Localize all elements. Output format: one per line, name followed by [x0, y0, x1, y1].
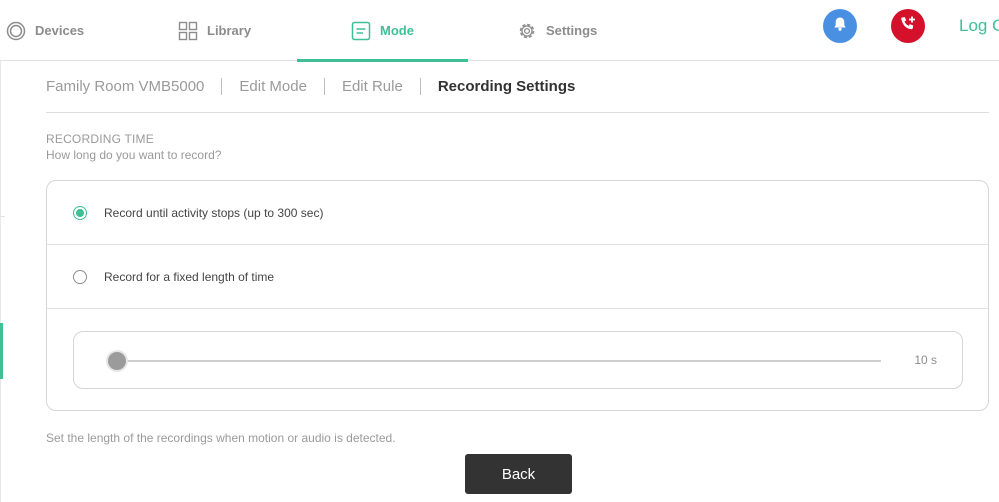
devices-icon [6, 21, 26, 41]
phone-plus-icon [899, 15, 917, 38]
back-button[interactable]: Back [465, 454, 572, 494]
emergency-call-button[interactable] [891, 9, 925, 43]
option-until-activity-stops[interactable]: Record until activity stops (up to 300 s… [47, 181, 988, 245]
section-title: RECORDING TIME [46, 132, 154, 146]
section-subtitle: How long do you want to record? [46, 148, 222, 162]
option-label: Record for a fixed length of time [104, 269, 275, 284]
nav-devices-label: Devices [35, 23, 85, 38]
duration-slider-handle[interactable] [108, 352, 126, 370]
active-tab-indicator [297, 59, 468, 62]
breadcrumb-device[interactable]: Family Room VMB5000 [46, 78, 204, 95]
option-fixed-length[interactable]: Record for a fixed length of time [47, 245, 988, 309]
nav-settings-label: Settings [546, 23, 598, 38]
breadcrumb: Family Room VMB5000 Edit Mode Edit Rule … [46, 75, 575, 97]
breadcrumb-edit-mode[interactable]: Edit Mode [239, 78, 307, 95]
radio-fixed-length[interactable] [73, 269, 87, 284]
breadcrumb-separator [221, 77, 223, 95]
gear-icon [517, 21, 537, 41]
duration-value: 10 s [914, 353, 937, 367]
top-navigation: Devices Library Mode Settings Log O [0, 0, 999, 62]
nav-devices[interactable]: Devices [6, 0, 84, 61]
sidebar-divider [0, 61, 1, 502]
nav-library-label: Library [207, 23, 252, 38]
nav-mode[interactable]: Mode [297, 0, 468, 62]
help-text: Set the length of the recordings when mo… [46, 431, 396, 445]
nav-settings[interactable]: Settings [517, 0, 597, 61]
breadcrumb-current-page: Recording Settings [437, 77, 576, 95]
sidebar-separator [0, 216, 5, 217]
breadcrumb-separator [419, 77, 421, 95]
duration-slider-track[interactable] [116, 360, 881, 362]
sidebar-active-indicator [0, 323, 3, 379]
duration-slider-box: 10 s [73, 331, 963, 389]
nav-library[interactable]: Library [178, 0, 251, 61]
breadcrumb-separator [323, 77, 325, 95]
breadcrumb-edit-rule[interactable]: Edit Rule [342, 78, 403, 95]
bell-icon [832, 16, 848, 37]
mode-icon [351, 21, 371, 41]
notifications-button[interactable] [823, 9, 857, 43]
grid-icon [178, 21, 198, 41]
radio-until-activity-stops[interactable] [73, 205, 87, 220]
logout-link[interactable]: Log O [959, 16, 999, 36]
recording-options-card: Record until activity stops (up to 300 s… [46, 180, 989, 411]
breadcrumb-divider [46, 112, 989, 113]
option-label: Record until activity stops (up to 300 s… [104, 205, 324, 220]
nav-mode-label: Mode [380, 23, 414, 38]
